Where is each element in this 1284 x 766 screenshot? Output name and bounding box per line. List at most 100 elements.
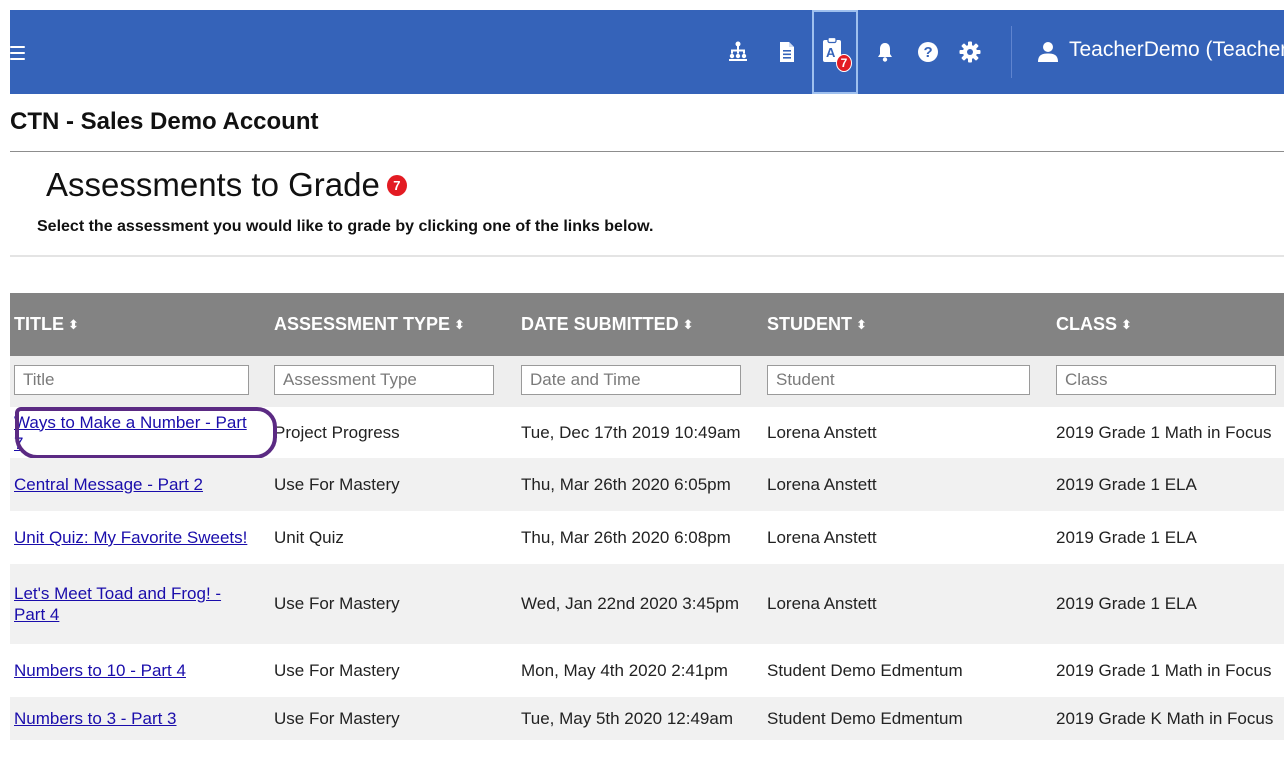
divider [10, 151, 1284, 152]
type-cell: Unit Quiz [274, 511, 504, 564]
class-cell: 2019 Grade 1 ELA [1056, 511, 1284, 564]
title-filter-input[interactable] [14, 365, 249, 395]
class-text: 2019 Grade 1 Math in Focus [1056, 422, 1272, 442]
page-instructions: Select the assessment you would like to … [37, 218, 654, 235]
student-cell: Lorena Anstett [767, 564, 1042, 644]
class-cell: 2019 Grade 1 ELA [1056, 458, 1284, 511]
date-text: Thu, Mar 26th 2020 6:08pm [521, 527, 731, 547]
date-text: Mon, May 4th 2020 2:41pm [521, 660, 728, 680]
class-text: 2019 Grade 1 ELA [1056, 594, 1197, 613]
title-cell: Unit Quiz: My Favorite Sweets! [14, 511, 254, 564]
column-header-title[interactable]: TITLE ⬍ [14, 293, 79, 356]
table-body: Ways to Make a Number - Part 7 Project Pr… [10, 407, 1284, 740]
column-header-assessment-type[interactable]: ASSESSMENT TYPE ⬍ [274, 293, 465, 356]
divider [10, 255, 1284, 257]
date-cell: Thu, Mar 26th 2020 6:05pm [521, 458, 756, 511]
class-cell: 2019 Grade 1 Math in Focus [1056, 644, 1284, 697]
class-cell: 2019 Grade 1 ELA [1056, 564, 1284, 644]
table-row: Unit Quiz: My Favorite Sweets! Unit Quiz T… [10, 511, 1284, 564]
svg-text:?: ? [924, 44, 933, 61]
type-cell: Use For Mastery [274, 644, 504, 697]
assessment-title-link[interactable]: Central Message - Part 2 [14, 474, 203, 495]
type-cell: Use For Mastery [274, 697, 504, 740]
date-cell: Tue, May 5th 2020 12:49am [521, 697, 756, 740]
student-cell: Lorena Anstett [767, 458, 1042, 511]
page-title-text: Assessments to Grade [46, 166, 380, 203]
grade-count-badge: 7 [836, 54, 852, 72]
assessment-title-link[interactable]: Numbers to 10 - Part 4 [14, 660, 186, 681]
student-text: Student Demo Edmentum [767, 708, 963, 728]
student-text: Lorena Anstett [767, 527, 877, 547]
date-cell: Thu, Mar 26th 2020 6:08pm [521, 511, 756, 564]
class-text: 2019 Grade K Math in Focus [1056, 708, 1274, 728]
org-hierarchy-icon[interactable] [725, 38, 751, 66]
date-text: Tue, Dec 17th 2019 10:49am [521, 422, 741, 442]
settings-gear-icon[interactable] [957, 38, 983, 66]
title-cell: Numbers to 3 - Part 3 [14, 697, 254, 740]
date-text: Tue, May 5th 2020 12:49am [521, 708, 734, 728]
user-icon[interactable] [1037, 41, 1059, 68]
top-nav-bar: A 7 ? TeacherDemo (Teacher) [10, 10, 1284, 94]
title-cell: Ways to Make a Number - Part 7 [14, 407, 254, 458]
table-header-row: TITLE ⬍ ASSESSMENT TYPE ⬍ DATE SUBMITTED… [10, 293, 1284, 356]
assessment-title-link[interactable]: Unit Quiz: My Favorite Sweets! [14, 527, 247, 548]
type-cell: Use For Mastery [274, 458, 504, 511]
date-cell: Wed, Jan 22nd 2020 3:45pm [521, 564, 756, 644]
student-cell: Lorena Anstett [767, 511, 1042, 564]
assessment-type-filter-input[interactable] [274, 365, 494, 395]
class-text: 2019 Grade 1 Math in Focus [1056, 660, 1272, 680]
column-header-label: ASSESSMENT TYPE [274, 314, 451, 334]
column-header-label: DATE SUBMITTED [521, 314, 679, 334]
class-text: 2019 Grade 1 ELA [1056, 527, 1197, 547]
type-text: Use For Mastery [274, 660, 400, 680]
column-header-class[interactable]: CLASS ⬍ [1056, 293, 1132, 356]
title-cell: Numbers to 10 - Part 4 [14, 644, 254, 697]
document-icon[interactable] [774, 38, 800, 66]
sort-icon[interactable]: ⬍ [454, 317, 465, 333]
date-text: Thu, Mar 26th 2020 6:05pm [521, 474, 731, 494]
date-filter-input[interactable] [521, 365, 741, 395]
student-filter-input[interactable] [767, 365, 1030, 395]
student-text: Lorena Anstett [767, 594, 877, 613]
svg-text:A: A [826, 45, 836, 60]
date-cell: Mon, May 4th 2020 2:41pm [521, 644, 756, 697]
grade-assessments-button[interactable]: A 7 [812, 10, 858, 94]
sort-icon[interactable]: ⬍ [856, 317, 867, 333]
student-text: Student Demo Edmentum [767, 660, 963, 680]
date-cell: Tue, Dec 17th 2019 10:49am [521, 407, 756, 458]
sort-icon[interactable]: ⬍ [683, 317, 694, 333]
title-cell: Central Message - Part 2 [14, 458, 254, 511]
column-header-label: STUDENT [767, 314, 852, 334]
class-text: 2019 Grade 1 ELA [1056, 474, 1197, 494]
date-text: Wed, Jan 22nd 2020 3:45pm [521, 594, 740, 613]
sort-icon[interactable]: ⬍ [1121, 317, 1132, 333]
assessment-title-link[interactable]: Ways to Make a Number - Part 7 [14, 412, 254, 454]
type-text: Use For Mastery [274, 708, 400, 728]
class-cell: 2019 Grade K Math in Focus [1056, 697, 1284, 740]
hamburger-menu-icon[interactable] [10, 46, 25, 60]
column-header-date-submitted[interactable]: DATE SUBMITTED ⬍ [521, 293, 694, 356]
table-row: Numbers to 3 - Part 3 Use For Mastery Tue,… [10, 697, 1284, 740]
student-cell: Lorena Anstett [767, 407, 1042, 458]
table-filter-row [10, 356, 1284, 407]
title-cell: Let's Meet Toad and Frog! - Part 4 [14, 564, 254, 644]
user-menu-name[interactable]: TeacherDemo (Teacher) [1069, 38, 1284, 62]
class-filter-input[interactable] [1056, 365, 1276, 395]
help-icon[interactable]: ? [915, 38, 941, 66]
bell-icon[interactable] [872, 38, 898, 66]
type-cell: Project Progress [274, 407, 504, 458]
assessment-title-link[interactable]: Numbers to 3 - Part 3 [14, 708, 177, 729]
assessment-title-link[interactable]: Let's Meet Toad and Frog! - Part 4 [14, 583, 254, 625]
column-header-student[interactable]: STUDENT ⬍ [767, 293, 867, 356]
table-row: Numbers to 10 - Part 4 Use For Mastery Mon… [10, 644, 1284, 697]
account-name: CTN - Sales Demo Account [10, 108, 319, 135]
type-text: Unit Quiz [274, 527, 344, 547]
type-cell: Use For Mastery [274, 564, 504, 644]
sort-icon[interactable]: ⬍ [68, 317, 79, 333]
column-header-label: CLASS [1056, 314, 1118, 334]
page-title: Assessments to Grade 7 [46, 166, 407, 204]
type-text: Project Progress [274, 422, 400, 442]
nav-divider [1011, 26, 1012, 78]
column-header-label: TITLE [14, 314, 64, 334]
title-count-badge: 7 [386, 174, 407, 196]
